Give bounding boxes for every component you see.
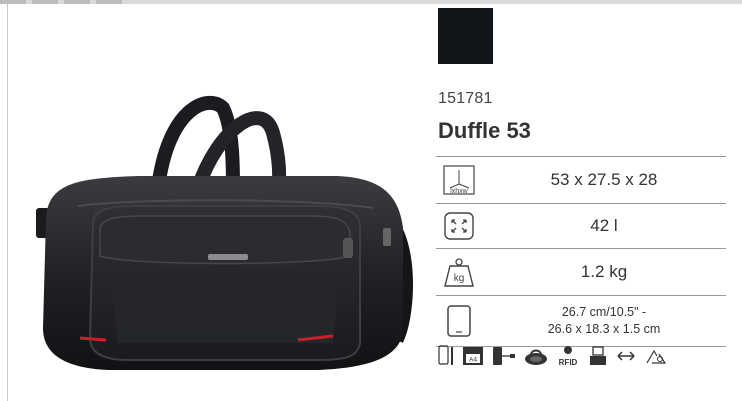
tablet-icon xyxy=(436,304,482,338)
top-tabs xyxy=(0,0,122,4)
spec-value-tablet-line2: 26.6 x 18.3 x 1.5 cm xyxy=(547,322,661,336)
spec-value-weight: 1.2 kg xyxy=(580,262,628,281)
spec-value-volume: 42 l xyxy=(590,216,618,235)
spec-table: lxhxw 53 x 27.5 x 28 42 l kg 1.2 kg 26.7… xyxy=(436,156,726,347)
product-image xyxy=(36,95,413,370)
dimensions-icon: lxhxw xyxy=(436,164,482,196)
product-title: Duffle 53 xyxy=(438,118,531,143)
phone-pocket-icon xyxy=(438,345,454,367)
rfid-icon: RFID xyxy=(556,345,580,367)
spec-value-dimensions: 53 x 27.5 x 28 xyxy=(550,170,658,189)
spec-row-weight: kg 1.2 kg xyxy=(436,248,726,295)
spec-row-volume: 42 l xyxy=(436,203,726,248)
product-sku: 151781 xyxy=(438,90,493,107)
lock-icon xyxy=(524,347,548,365)
svg-text:lxhxw: lxhxw xyxy=(450,188,468,195)
svg-text:RFID: RFID xyxy=(559,358,578,367)
usb-port-icon xyxy=(492,346,516,366)
spec-value-tablet-line1: 26.7 cm/10.5" - xyxy=(561,305,647,319)
volume-icon xyxy=(436,211,482,241)
spec-row-tablet: 26.7 cm/10.5" - 26.6 x 18.3 x 1.5 cm xyxy=(436,295,726,347)
document-pocket-icon: A4 xyxy=(462,346,484,366)
spec-value-tablet: 26.7 cm/10.5" - 26.6 x 18.3 x 1.5 cm xyxy=(482,304,726,338)
svg-text:kg: kg xyxy=(454,273,465,284)
svg-text:A4: A4 xyxy=(469,357,477,364)
trolley-sleeve-icon xyxy=(588,346,608,366)
weight-icon: kg xyxy=(436,256,482,288)
left-border xyxy=(7,4,8,401)
feature-icons: A4 RFID xyxy=(438,344,668,368)
recycled-icon xyxy=(644,347,668,365)
color-swatch[interactable] xyxy=(438,8,493,64)
expandable-icon xyxy=(616,349,636,363)
spec-row-dimensions: lxhxw 53 x 27.5 x 28 xyxy=(436,156,726,203)
